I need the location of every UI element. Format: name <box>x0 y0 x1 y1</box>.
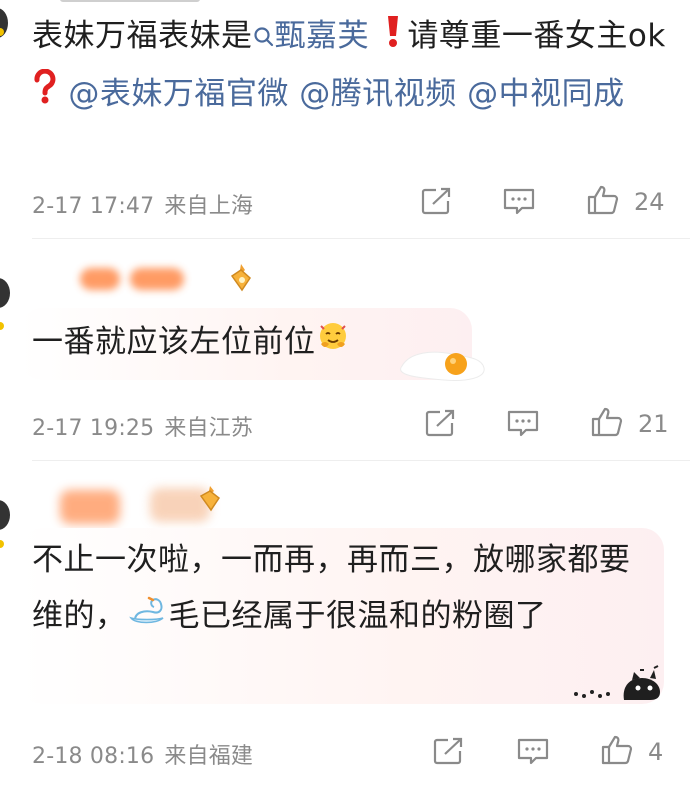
like-icon[interactable] <box>590 406 624 437</box>
username-blurred <box>130 268 184 290</box>
avatar[interactable] <box>0 278 10 308</box>
swan-emoji-icon <box>127 590 169 646</box>
exclamation-icon <box>379 10 407 66</box>
avatar[interactable] <box>0 500 10 530</box>
location: 来自福建 <box>164 744 254 769</box>
comment-3-text: 不止一次啦，一而再，再而三，放哪家都要维的， 毛已经属于很温和的粉圈了 <box>32 532 652 646</box>
like-icon[interactable] <box>586 184 620 215</box>
search-topic-link[interactable]: 甄嘉芙 <box>253 18 370 54</box>
like-icon[interactable] <box>600 734 634 765</box>
timestamp: 2-17 17:47 <box>32 194 155 219</box>
like-count: 4 <box>648 738 664 766</box>
username-blurred[interactable] <box>80 268 120 290</box>
comment-1-meta: 2-17 17:47 来自上海 <box>32 188 263 220</box>
hug-emoji-icon <box>316 316 350 372</box>
divider <box>32 238 690 239</box>
comment-2-meta: 2-17 19:25 来自江苏 <box>32 410 263 442</box>
badge-icon <box>228 262 254 296</box>
username-blurred[interactable] <box>60 490 120 524</box>
comment-icon[interactable] <box>506 408 540 438</box>
comment-icon[interactable] <box>502 186 536 216</box>
location: 来自江苏 <box>164 416 254 441</box>
comment-3-meta: 2-18 08:16 来自福建 <box>32 738 263 770</box>
share-icon[interactable] <box>420 186 454 216</box>
share-icon[interactable] <box>432 736 466 766</box>
egg-icon <box>396 344 488 388</box>
like-count: 24 <box>634 188 665 216</box>
timestamp: 2-17 19:25 <box>32 416 155 441</box>
question-icon <box>32 67 58 123</box>
mention-link[interactable]: @表妹万福官微 <box>68 76 289 112</box>
divider <box>32 460 690 461</box>
comment-icon[interactable] <box>516 736 550 766</box>
previous-username-fragment <box>60 0 200 2</box>
search-icon <box>253 10 275 66</box>
location: 来自上海 <box>164 194 254 219</box>
cat-sticker-icon <box>566 664 666 708</box>
like-count: 21 <box>638 410 669 438</box>
mention-link[interactable]: @中视同成 <box>467 76 625 112</box>
share-icon[interactable] <box>424 408 458 438</box>
badge-icon <box>198 484 222 516</box>
timestamp: 2-18 08:16 <box>32 744 155 769</box>
comment-1-text: 表妹万福表妹是 甄嘉芙 请尊重一番女主ok @表妹万福官微 @腾讯视频 @中视同… <box>32 8 672 123</box>
mention-link[interactable]: @腾讯视频 <box>299 76 457 112</box>
